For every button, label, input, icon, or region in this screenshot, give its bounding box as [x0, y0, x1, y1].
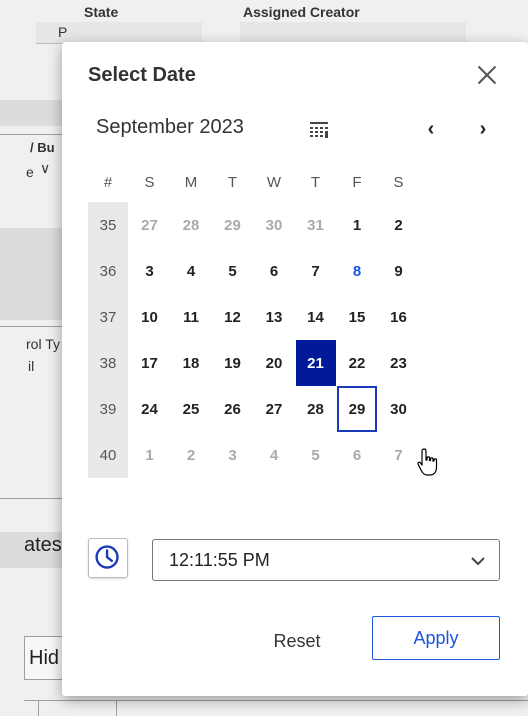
bg-section-fragment: ates [24, 534, 62, 556]
bg-column-fragment: rol Ty [26, 336, 60, 352]
next-month-button[interactable]: › [470, 114, 496, 144]
day-cell[interactable]: 15 [337, 294, 377, 340]
calendar-grid-icon[interactable] [308, 120, 330, 140]
day-cell[interactable]: 5 [213, 248, 253, 294]
day-cell[interactable]: 10 [130, 294, 170, 340]
day-cell[interactable]: 9 [379, 248, 419, 294]
weekday-header: M [184, 173, 198, 191]
day-cell[interactable]: 17 [130, 340, 170, 386]
state-field: P [36, 22, 202, 44]
day-cell[interactable]: 3 [130, 248, 170, 294]
calendar-week-row: 40 1 2 3 4 5 6 7 [88, 432, 420, 478]
day-cell[interactable]: 19 [213, 340, 253, 386]
state-label: State [84, 4, 119, 20]
time-value: 12:11:55 PM [169, 550, 270, 570]
state-value: P [58, 24, 68, 40]
day-cell[interactable]: 29 [213, 202, 253, 248]
chevron-down-icon: ∨ [40, 160, 51, 176]
day-cell[interactable]: 24 [130, 386, 170, 432]
day-cell[interactable]: 3 [213, 432, 253, 478]
weekday-header: F [352, 173, 362, 191]
week-number: 36 [88, 248, 128, 294]
apply-button[interactable]: Apply [372, 616, 500, 660]
weekday-header: T [310, 173, 321, 191]
calendar-week-row: 38 17 18 19 20 21 22 23 [88, 340, 420, 386]
day-cell[interactable]: 1 [337, 202, 377, 248]
bg-divider [0, 498, 62, 499]
time-toggle-button[interactable] [88, 538, 128, 578]
day-cell[interactable]: 20 [254, 340, 294, 386]
bg-value-fragment: il [28, 358, 35, 374]
day-cell[interactable]: 11 [171, 294, 211, 340]
prev-month-button[interactable]: ‹ [418, 114, 444, 144]
day-cell[interactable]: 6 [254, 248, 294, 294]
day-cell[interactable]: 2 [171, 432, 211, 478]
day-cell[interactable]: 5 [296, 432, 336, 478]
calendar-week-row: 37 10 11 12 13 14 15 16 [88, 294, 420, 340]
calendar-week-row: 39 24 25 26 27 28 29 30 [88, 386, 420, 432]
bg-divider [38, 700, 39, 716]
day-cell[interactable]: 29 [337, 386, 377, 432]
reset-button[interactable]: Reset [252, 621, 342, 661]
day-cell[interactable]: 4 [254, 432, 294, 478]
calendar-grid: # S M T W T F S 35 27 28 29 30 31 1 2 36 3 4 5 6 7 8 9 3… [88, 162, 420, 478]
bg-divider [0, 326, 62, 327]
day-cell[interactable]: 6 [337, 432, 377, 478]
day-cell[interactable]: 26 [213, 386, 253, 432]
day-cell[interactable]: 28 [171, 202, 211, 248]
bg-divider [24, 700, 528, 701]
select-date-dialog: Select Date September 2023 ‹ › # S M T W… [62, 42, 528, 696]
bg-band [0, 228, 62, 320]
week-number: 39 [88, 386, 128, 432]
day-cell[interactable]: 30 [379, 386, 419, 432]
day-cell-today[interactable]: 8 [337, 248, 377, 294]
weekday-header: S [144, 173, 155, 191]
day-cell[interactable]: 22 [337, 340, 377, 386]
bg-column-fragment: / Bu [30, 140, 55, 155]
bg-button-fragment: Hid [29, 647, 60, 669]
calendar-week-row: 36 3 4 5 6 7 8 9 [88, 248, 420, 294]
month-year-label[interactable]: September 2023 [96, 116, 244, 139]
calendar-week-row: 35 27 28 29 30 31 1 2 [88, 202, 420, 248]
day-cell[interactable]: 4 [171, 248, 211, 294]
week-number: 38 [88, 340, 128, 386]
day-cell[interactable]: 14 [296, 294, 336, 340]
bg-divider [0, 134, 62, 135]
creator-field [240, 22, 466, 44]
weekday-header: T [227, 173, 238, 191]
bg-band [0, 100, 62, 126]
weekday-header-row: # S M T W T F S [88, 162, 420, 202]
week-number: 40 [88, 432, 128, 478]
day-cell[interactable]: 25 [171, 386, 211, 432]
day-cell[interactable]: 30 [254, 202, 294, 248]
day-cell[interactable]: 7 [379, 432, 419, 478]
day-cell[interactable]: 7 [296, 248, 336, 294]
chevron-down-icon [471, 557, 485, 566]
day-cell[interactable]: 27 [254, 386, 294, 432]
week-number: 35 [88, 202, 128, 248]
week-number: 37 [88, 294, 128, 340]
dialog-title: Select Date [88, 64, 196, 86]
day-cell[interactable]: 31 [296, 202, 336, 248]
bg-select-fragment: e [26, 164, 34, 180]
bg-divider [116, 700, 117, 716]
week-number-header: # [103, 173, 113, 191]
creator-label: Assigned Creator [243, 4, 360, 20]
weekday-header: W [266, 173, 282, 191]
day-cell[interactable]: 18 [171, 340, 211, 386]
close-icon[interactable] [472, 60, 502, 90]
day-cell[interactable]: 23 [379, 340, 419, 386]
day-cell[interactable]: 28 [296, 386, 336, 432]
day-cell[interactable]: 16 [379, 294, 419, 340]
time-select[interactable]: 12:11:55 PM [152, 539, 500, 581]
weekday-header: S [393, 173, 404, 191]
day-cell[interactable]: 13 [254, 294, 294, 340]
day-cell[interactable]: 1 [130, 432, 170, 478]
clock-icon [95, 545, 119, 569]
day-cell[interactable]: 2 [379, 202, 419, 248]
day-cell-selected[interactable]: 21 [295, 340, 336, 386]
calendar-weeks: 35 27 28 29 30 31 1 2 36 3 4 5 6 7 8 9 37 10 11 12 13 14 15 16 3… [88, 202, 420, 478]
day-cell[interactable]: 12 [213, 294, 253, 340]
day-cell[interactable]: 27 [130, 202, 170, 248]
